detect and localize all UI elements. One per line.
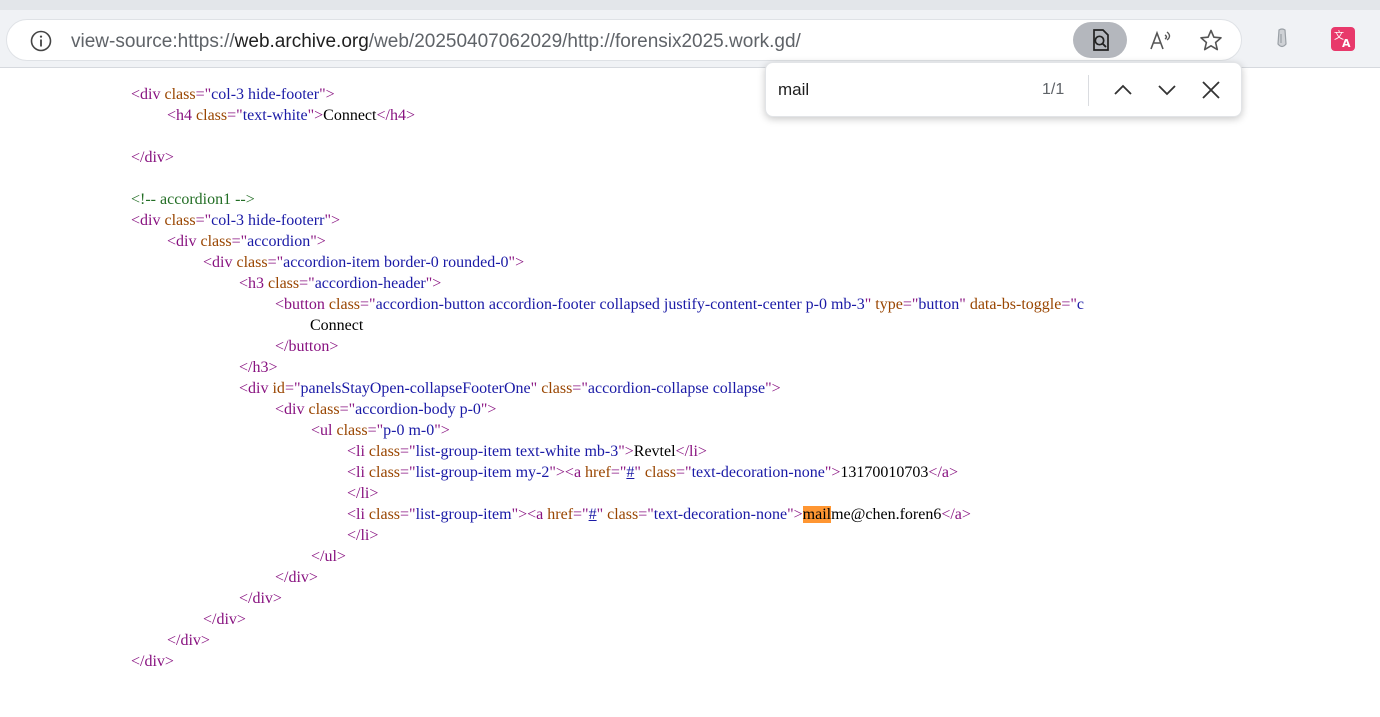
source-line: <h3 class="accordion-header"> [239, 275, 442, 292]
extension-icon[interactable] [1271, 26, 1293, 54]
find-bar: 1/1 [765, 62, 1242, 117]
source-line: <ul class="p-0 m-0"> [311, 422, 450, 439]
find-next-button[interactable] [1153, 76, 1181, 104]
source-line: </ul> [311, 548, 346, 565]
find-previous-button[interactable] [1109, 76, 1137, 104]
find-input[interactable] [776, 76, 1030, 104]
chevron-down-icon [1158, 85, 1176, 96]
tab-strip [0, 0, 1380, 10]
find-on-page-button[interactable] [1073, 22, 1127, 58]
source-line: <li class="list-group-item"><a href="#" … [347, 506, 971, 523]
source-line: </div> [203, 611, 246, 628]
page-source-view: <div class="col-3 hide-footer"> <h4 clas… [0, 67, 1380, 717]
source-line: <div class="col-3 hide-footer"> [131, 86, 335, 103]
source-line: <div class="accordion"> [167, 233, 326, 250]
favorite-star-icon[interactable] [1197, 27, 1225, 55]
source-line: <h4 class="text-white">Connect</h4> [167, 107, 415, 124]
source-line: </div> [131, 653, 174, 670]
find-close-button[interactable] [1197, 76, 1225, 104]
source-line: </button> [275, 338, 339, 355]
source-line: </li> [347, 527, 379, 544]
divider [1088, 75, 1089, 106]
address-bar[interactable]: view-source:https://web.archive.org/web/… [6, 19, 1242, 61]
browser-toolbar: view-source:https://web.archive.org/web/… [0, 0, 1380, 68]
translate-icon[interactable]: 文A [1331, 27, 1355, 51]
source-line: <div class="col-3 hide-footerr"> [131, 212, 340, 229]
source-line: </div> [239, 590, 282, 607]
svg-text:A: A [1342, 37, 1351, 50]
chevron-up-icon [1114, 84, 1132, 95]
find-on-page-icon [1093, 29, 1109, 51]
info-icon[interactable] [29, 29, 53, 53]
source-line: <div class="accordion-body p-0"> [275, 401, 497, 418]
source-comment: <!-- accordion1 --> [131, 191, 255, 208]
source-line: <div class="accordion-item border-0 roun… [203, 254, 525, 271]
source-line: <div id="panelsStayOpen-collapseFooterOn… [239, 380, 781, 397]
url-text[interactable]: view-source:https://web.archive.org/web/… [71, 31, 801, 53]
source-line: <li class="list-group-item my-2"><a href… [347, 464, 959, 481]
source-line: <button class="accordion-button accordio… [275, 296, 1085, 313]
source-line: Connect [310, 317, 364, 334]
url-prefix: view-source:https:// [71, 31, 235, 52]
find-match-count: 1/1 [1042, 81, 1065, 98]
find-match-highlight: mail [802, 506, 832, 523]
url-domain: web.archive.org [234, 31, 369, 52]
source-line: </li> [347, 485, 379, 502]
url-path: /web/20250407062029/http://forensix2025.… [368, 31, 801, 52]
source-line: </div> [131, 149, 174, 166]
read-aloud-icon[interactable] [1146, 27, 1174, 55]
source-line: <li class="list-group-item text-white mb… [347, 443, 707, 460]
close-icon [1202, 81, 1220, 99]
source-line: </div> [167, 632, 210, 649]
source-line: </div> [275, 569, 318, 586]
source-line: </h3> [239, 359, 278, 376]
source-link[interactable]: # [589, 506, 597, 523]
